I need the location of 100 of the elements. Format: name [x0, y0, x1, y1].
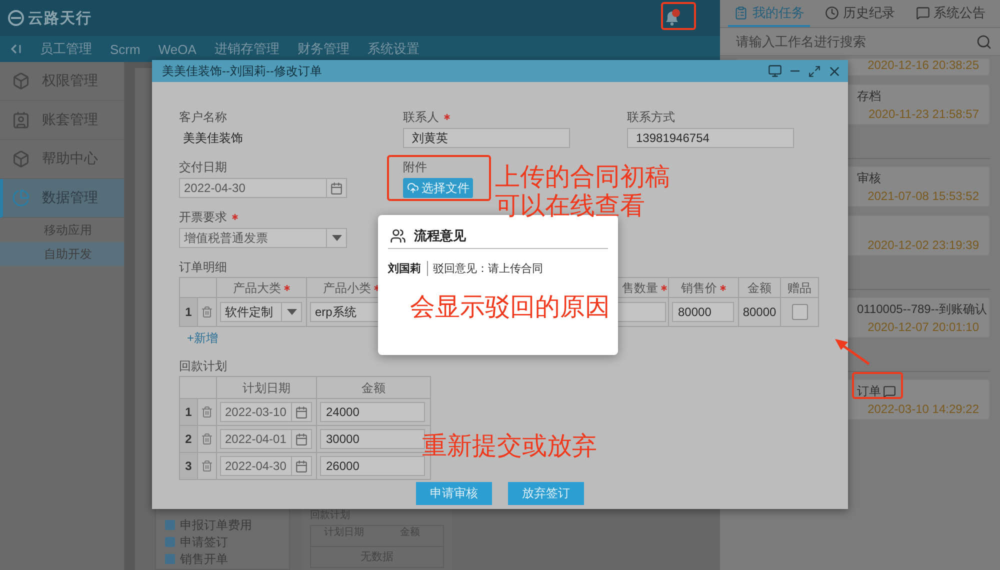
field-label: 交付日期	[179, 160, 227, 174]
column-header: 销售价	[681, 280, 717, 294]
input-field[interactable]: 刘黄英	[403, 128, 570, 148]
input-field[interactable]: 24000	[320, 402, 425, 422]
column-header: 赠品	[788, 280, 812, 294]
input-field[interactable]: 80000	[672, 302, 734, 322]
comment-icon[interactable]	[883, 384, 896, 398]
annotation-arrow	[834, 337, 872, 367]
search-icon[interactable]	[976, 34, 992, 50]
trash-icon[interactable]	[201, 460, 213, 472]
column-header: 金额	[748, 280, 772, 294]
task-title: 存档	[857, 89, 881, 103]
field-label: 附件	[403, 160, 427, 174]
section-title: 订单明细	[179, 260, 227, 274]
document-icon	[164, 518, 176, 530]
nav-item[interactable]: 财务管理	[297, 40, 350, 58]
action-button[interactable]: 放弃签订	[508, 482, 584, 505]
calendar-button[interactable]	[327, 178, 347, 198]
task-time: 2021-07-08 15:53:52	[868, 189, 979, 203]
caret-icon	[286, 309, 296, 315]
select-field[interactable]: 软件定制	[220, 302, 282, 322]
trash-icon[interactable]	[201, 306, 213, 318]
customer-name: 美美佳装饰	[182, 130, 244, 147]
calendar-icon	[295, 432, 308, 446]
nav-item[interactable]: Scrm	[110, 42, 140, 56]
input-field[interactable]: 26000	[320, 456, 425, 476]
document-icon	[164, 552, 176, 564]
opinion-text: 驳回意见：请上传合同	[432, 262, 543, 276]
date-field[interactable]: 2022-04-01	[220, 429, 292, 449]
task-time: 2020-12-16 20:38:25	[868, 58, 979, 72]
contact-card-icon	[12, 111, 30, 129]
column-header: 产品小类	[323, 280, 371, 294]
logo-icon	[8, 10, 24, 26]
choose-file-button[interactable]: 选择文件	[403, 178, 473, 198]
clock-icon	[824, 6, 839, 20]
table-cell: 80000	[742, 305, 776, 319]
maximize-icon[interactable]	[808, 64, 821, 78]
search-input[interactable]: 请输入工作名进行搜索	[734, 30, 976, 52]
annotation-text: 上传的合同初稿可以在线查看	[495, 163, 671, 220]
users-icon	[390, 228, 406, 244]
upload-icon	[406, 182, 418, 194]
calendar-icon	[295, 406, 308, 418]
add-link[interactable]: +新增	[187, 331, 218, 345]
search-field[interactable]: 请输入工作名进行搜索	[720, 28, 1000, 56]
task-time: 2022-03-10 14:29:22	[868, 402, 979, 416]
action-button[interactable]: 申请审核	[416, 482, 492, 505]
task-time: 2020-12-02 23:19:39	[868, 238, 979, 252]
row-number: 1	[185, 405, 192, 419]
trash-icon[interactable]	[201, 406, 213, 418]
calendar-button[interactable]	[292, 402, 312, 422]
task-title: 审核	[857, 171, 881, 185]
dropdown-button[interactable]	[327, 228, 347, 248]
column-header: 金额	[362, 380, 386, 394]
date-field[interactable]: 2022-04-30	[179, 178, 327, 198]
monitor-icon[interactable]	[768, 64, 782, 78]
task-time: 2020-12-07 20:01:10	[868, 320, 979, 334]
dialog-title: 美美佳装饰--刘国莉--修改订单	[162, 62, 322, 80]
panel-tab[interactable]: 系统公告	[910, 0, 992, 27]
field-label: 联系方式	[627, 110, 675, 124]
highlight-box	[852, 372, 903, 399]
date-field[interactable]: 2022-04-30	[220, 456, 292, 476]
select-field[interactable]: 增值税普通发票	[179, 228, 327, 248]
column-header: 售数量	[622, 280, 658, 294]
calendar-icon	[295, 460, 308, 472]
field-label: 客户名称	[179, 110, 227, 124]
cube-icon	[12, 72, 30, 90]
task-time: 2020-11-23 21:58:57	[868, 107, 979, 121]
annotation-text: 重新提交或放弃	[422, 432, 598, 461]
caret-icon	[332, 235, 342, 241]
nav-item[interactable]: 系统设置	[367, 40, 420, 58]
sidebar-subitem[interactable]: 自助开发	[0, 242, 124, 266]
highlight-box	[661, 2, 696, 30]
comment-icon	[916, 6, 930, 20]
column-header: 计划日期	[242, 380, 290, 394]
collapse-icon[interactable]	[10, 43, 22, 55]
panel-tab[interactable]: 历史纪录	[818, 0, 901, 27]
input-field[interactable]: 13981946754	[627, 128, 794, 148]
trash-icon[interactable]	[201, 433, 213, 445]
dropdown-button[interactable]	[282, 302, 302, 322]
logo-text: 云路天行	[28, 8, 92, 28]
row-number: 1	[185, 305, 192, 319]
calendar-button[interactable]	[292, 456, 312, 476]
list-icon	[734, 6, 748, 20]
document-icon	[164, 536, 176, 548]
reviewer-name: 刘国莉	[388, 260, 428, 276]
pie-chart-icon	[12, 189, 30, 207]
section-title: 回款计划	[179, 359, 227, 373]
date-field[interactable]: 2022-03-10	[220, 402, 292, 422]
task-title: 0110005--789--到账确认	[857, 302, 987, 316]
calendar-button[interactable]	[292, 429, 312, 449]
cube-icon	[12, 150, 30, 168]
checkbox[interactable]	[792, 304, 808, 320]
field-label: 开票要求	[179, 210, 227, 224]
row-number: 2	[185, 432, 192, 446]
row-number: 3	[185, 459, 192, 473]
nav-item[interactable]: 进销存管理	[214, 40, 280, 58]
column-header: 产品大类	[233, 280, 281, 294]
nav-item[interactable]: WeOA	[158, 42, 196, 56]
nav-item[interactable]: 员工管理	[40, 40, 92, 58]
field-label: 联系人	[403, 110, 439, 124]
